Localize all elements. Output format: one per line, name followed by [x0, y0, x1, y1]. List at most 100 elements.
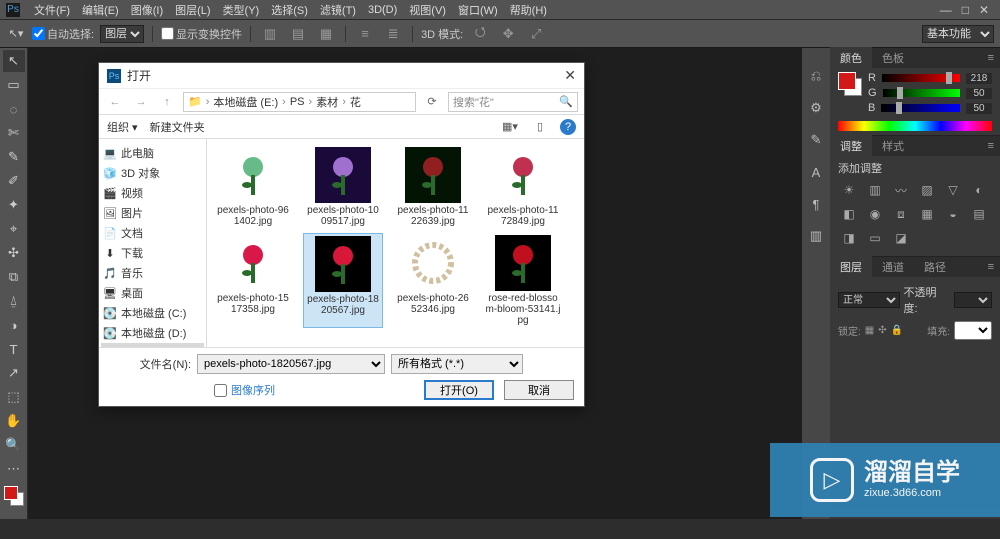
menu-filter[interactable]: 滤镜(T) [314, 2, 362, 18]
opacity-input[interactable] [954, 292, 992, 308]
tool-shape[interactable]: ⬚ [3, 386, 25, 408]
show-transform-checkbox[interactable] [161, 27, 174, 40]
tool-hand[interactable]: ✋ [3, 410, 25, 432]
tree-node[interactable]: 💽本地磁盘 (D:) [101, 323, 204, 343]
image-sequence-checkbox[interactable] [214, 384, 227, 397]
info-icon[interactable]: ▥ [806, 226, 826, 246]
tool-eraser[interactable]: ✣ [3, 242, 25, 264]
panel-menu-icon[interactable]: ≡ [982, 140, 1000, 152]
file-item[interactable]: pexels-photo-1820567.jpg [303, 233, 383, 328]
tree-node[interactable]: 💻此电脑 [101, 143, 204, 163]
lock-position-icon[interactable]: ✣ [878, 325, 886, 336]
adj-channel-mixer-icon[interactable]: ⧈ [892, 206, 910, 222]
3d-orbit-icon[interactable]: ⭯ [469, 23, 491, 45]
tab-swatches[interactable]: 色板 [872, 47, 914, 69]
b-value[interactable]: 50 [966, 103, 992, 114]
cancel-button[interactable]: 取消 [504, 380, 574, 400]
foreground-background-swatch[interactable] [4, 486, 24, 506]
adj-selective-color-icon[interactable]: ◪ [892, 230, 910, 246]
tool-more[interactable]: ⋯ [3, 458, 25, 480]
tool-gradient[interactable]: ⧉ [3, 266, 25, 288]
nav-up-icon[interactable]: ↑ [157, 96, 177, 108]
adj-vibrance-icon[interactable]: ▽ [944, 182, 962, 198]
adj-brightness-icon[interactable]: ☀ [840, 182, 858, 198]
tree-node[interactable]: 🖼图片 [101, 203, 204, 223]
align-icon[interactable]: ▥ [259, 23, 281, 45]
tab-channels[interactable]: 通道 [872, 256, 914, 278]
tree-node[interactable]: 🎬视频 [101, 183, 204, 203]
tool-dodge[interactable]: ◑ [3, 314, 25, 336]
lock-all-icon[interactable]: 🔒 [891, 325, 903, 336]
file-item[interactable]: pexels-photo-1122639.jpg [393, 145, 473, 229]
nav-back-icon[interactable]: ← [105, 96, 125, 108]
distribute-icon[interactable]: ≣ [382, 23, 404, 45]
tool-marquee[interactable]: ▭ [3, 74, 25, 96]
dialog-close-icon[interactable]: ✕ [564, 67, 576, 84]
menu-view[interactable]: 视图(V) [403, 2, 452, 18]
r-slider[interactable] [882, 74, 960, 82]
menu-file[interactable]: 文件(F) [28, 2, 76, 18]
g-value[interactable]: 50 [966, 88, 992, 99]
file-item[interactable]: pexels-photo-1172849.jpg [483, 145, 563, 229]
tool-path[interactable]: ↗ [3, 362, 25, 384]
align-icon[interactable]: ▦ [315, 23, 337, 45]
breadcrumb-part[interactable]: PS [290, 96, 305, 108]
menu-help[interactable]: 帮助(H) [504, 2, 553, 18]
file-item[interactable]: pexels-photo-1009517.jpg [303, 145, 383, 229]
tool-healing[interactable]: ✦ [3, 194, 25, 216]
menu-window[interactable]: 窗口(W) [452, 2, 504, 18]
menu-edit[interactable]: 编辑(E) [76, 2, 125, 18]
organize-button[interactable]: 组织 ▾ [107, 119, 138, 135]
menu-3d[interactable]: 3D(D) [362, 4, 403, 16]
distribute-icon[interactable]: ≡ [354, 23, 376, 45]
breadcrumb[interactable]: 📁› 本地磁盘 (E:)› PS› 素材› 花 [183, 92, 416, 112]
tool-clone[interactable]: ⌖ [3, 218, 25, 240]
char-icon[interactable]: A [806, 162, 826, 182]
tool-zoom[interactable]: 🔍 [3, 434, 25, 456]
panel-menu-icon[interactable]: ≡ [982, 52, 1000, 64]
tab-adjustments[interactable]: 调整 [830, 135, 872, 157]
adj-lookup-icon[interactable]: ▦ [918, 206, 936, 222]
tree-node[interactable]: 🎵音乐 [101, 263, 204, 283]
tool-eyedropper[interactable]: ✎ [3, 146, 25, 168]
tree-node[interactable]: 🖥桌面 [101, 283, 204, 303]
tree-node[interactable]: 💽本地磁盘 (C:) [101, 303, 204, 323]
menu-image[interactable]: 图像(I) [125, 2, 169, 18]
3d-pan-icon[interactable]: ✥ [497, 23, 519, 45]
window-close-icon[interactable]: ✕ [974, 3, 994, 17]
blend-mode-select[interactable]: 正常 [838, 292, 900, 308]
tab-layers[interactable]: 图层 [830, 256, 872, 278]
new-folder-button[interactable]: 新建文件夹 [150, 119, 205, 135]
search-input[interactable]: 搜索"花" 🔍 [448, 92, 578, 112]
brush-icon[interactable]: ✎ [806, 130, 826, 150]
adj-gradient-map-icon[interactable]: ▭ [866, 230, 884, 246]
tool-crop[interactable]: ✄ [3, 122, 25, 144]
file-item[interactable]: pexels-photo-2652346.jpg [393, 233, 473, 328]
file-item[interactable]: pexels-photo-961402.jpg [213, 145, 293, 229]
preview-pane-icon[interactable]: ▯ [530, 120, 550, 133]
nav-forward-icon[interactable]: → [131, 96, 151, 108]
spectrum-picker[interactable] [838, 121, 992, 131]
filetype-select[interactable]: 所有格式 (*.*) [391, 354, 523, 374]
tool-pen[interactable]: ⍙ [3, 290, 25, 312]
breadcrumb-part[interactable]: 花 [350, 94, 361, 110]
tab-paths[interactable]: 路径 [914, 256, 956, 278]
3d-zoom-icon[interactable]: ⤢ [525, 23, 547, 45]
properties-icon[interactable]: ⚙ [806, 98, 826, 118]
para-icon[interactable]: ¶ [806, 194, 826, 214]
lock-pixels-icon[interactable]: ▦ [865, 325, 874, 336]
open-button[interactable]: 打开(O) [424, 380, 494, 400]
breadcrumb-part[interactable]: 本地磁盘 (E:) [213, 94, 278, 110]
menu-select[interactable]: 选择(S) [265, 2, 314, 18]
adj-bw-icon[interactable]: ◧ [840, 206, 858, 222]
menu-layer[interactable]: 图层(L) [169, 2, 216, 18]
tab-styles[interactable]: 样式 [872, 135, 914, 157]
help-icon[interactable]: ? [560, 119, 576, 135]
file-item[interactable]: rose-red-blossom-bloom-53141.jpg [483, 233, 563, 328]
filename-input[interactable]: pexels-photo-1820567.jpg [197, 354, 385, 374]
refresh-icon[interactable]: ⟳ [422, 95, 442, 108]
fill-input[interactable] [954, 321, 992, 340]
tree-node[interactable]: 📄文档 [101, 223, 204, 243]
file-item[interactable]: pexels-photo-1517358.jpg [213, 233, 293, 328]
auto-select-checkbox[interactable] [32, 27, 45, 40]
